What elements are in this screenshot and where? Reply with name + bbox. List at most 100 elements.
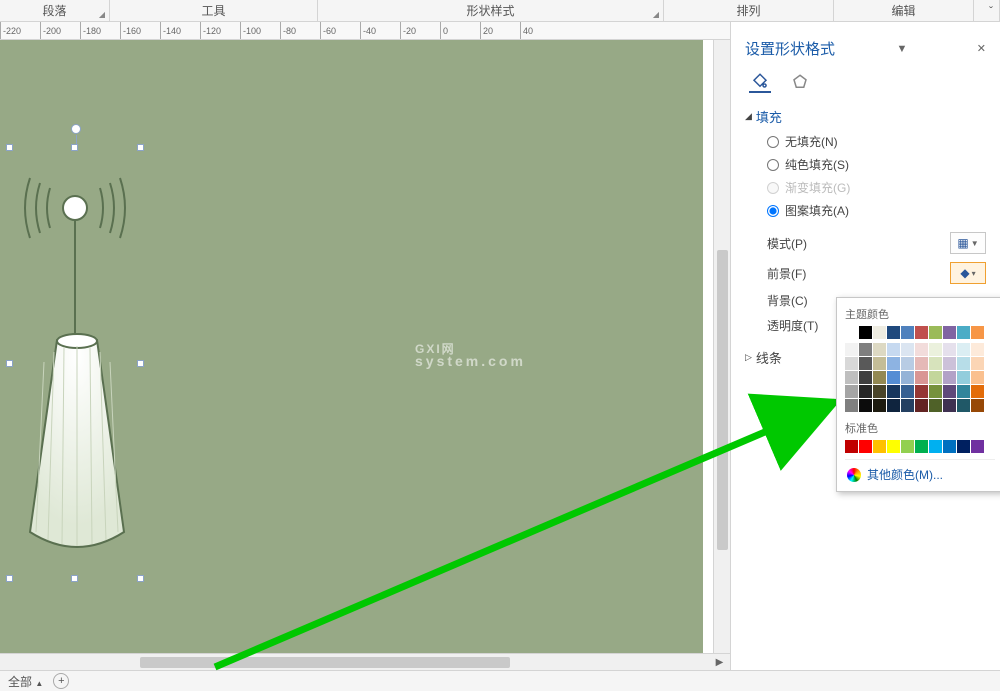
- color-swatch[interactable]: [943, 371, 956, 384]
- color-swatch[interactable]: [915, 371, 928, 384]
- page-selector[interactable]: 全部 ▲: [8, 673, 43, 690]
- color-swatch[interactable]: [859, 326, 872, 339]
- scrollbar-thumb[interactable]: [140, 657, 510, 668]
- pattern-mode-button[interactable]: ▦▼: [950, 232, 986, 254]
- rotate-handle[interactable]: [71, 124, 81, 134]
- color-swatch[interactable]: [915, 440, 928, 453]
- ribbon-group-arrange[interactable]: 排列: [664, 0, 834, 21]
- color-swatch[interactable]: [873, 343, 886, 356]
- ribbon-group-shape-styles[interactable]: 形状样式◢: [318, 0, 664, 21]
- dialog-launcher-icon[interactable]: ◢: [99, 10, 105, 19]
- color-swatch[interactable]: [873, 357, 886, 370]
- color-swatch[interactable]: [929, 326, 942, 339]
- color-swatch[interactable]: [957, 385, 970, 398]
- color-swatch[interactable]: [845, 385, 858, 398]
- color-swatch[interactable]: [859, 440, 872, 453]
- color-swatch[interactable]: [943, 357, 956, 370]
- color-swatch[interactable]: [845, 440, 858, 453]
- resize-handle[interactable]: [6, 575, 13, 582]
- selected-shape[interactable]: [10, 148, 140, 578]
- color-swatch[interactable]: [929, 357, 942, 370]
- color-swatch[interactable]: [887, 399, 900, 412]
- foreground-color-button[interactable]: ◆▾: [950, 262, 986, 284]
- resize-handle[interactable]: [6, 360, 13, 367]
- color-swatch[interactable]: [845, 371, 858, 384]
- color-swatch[interactable]: [957, 440, 970, 453]
- color-swatch[interactable]: [971, 326, 984, 339]
- panel-menu-icon[interactable]: ▼: [896, 43, 907, 55]
- color-swatch[interactable]: [845, 399, 858, 412]
- color-swatch[interactable]: [915, 357, 928, 370]
- scroll-right-icon[interactable]: ▶: [713, 656, 726, 669]
- add-page-button[interactable]: +: [53, 673, 69, 689]
- resize-handle[interactable]: [137, 575, 144, 582]
- dialog-launcher-icon[interactable]: ◢: [653, 10, 659, 19]
- color-swatch[interactable]: [957, 326, 970, 339]
- fill-pattern-option[interactable]: 图案填充(A): [767, 199, 986, 222]
- color-swatch[interactable]: [971, 385, 984, 398]
- color-swatch[interactable]: [915, 399, 928, 412]
- ribbon-group-tools[interactable]: 工具: [110, 0, 318, 21]
- color-swatch[interactable]: [901, 371, 914, 384]
- color-swatch[interactable]: [845, 357, 858, 370]
- color-swatch[interactable]: [901, 440, 914, 453]
- color-swatch[interactable]: [943, 399, 956, 412]
- color-swatch[interactable]: [859, 357, 872, 370]
- color-swatch[interactable]: [971, 440, 984, 453]
- color-swatch[interactable]: [957, 343, 970, 356]
- color-swatch[interactable]: [929, 343, 942, 356]
- color-swatch[interactable]: [929, 385, 942, 398]
- fill-section-header[interactable]: ◢ 填充: [745, 103, 986, 130]
- color-swatch[interactable]: [957, 371, 970, 384]
- color-swatch[interactable]: [901, 399, 914, 412]
- cone-shape[interactable]: [24, 332, 130, 557]
- color-swatch[interactable]: [901, 357, 914, 370]
- color-swatch[interactable]: [929, 399, 942, 412]
- resize-handle[interactable]: [137, 360, 144, 367]
- fill-solid-option[interactable]: 纯色填充(S): [767, 153, 986, 176]
- color-swatch[interactable]: [957, 399, 970, 412]
- fill-none-option[interactable]: 无填充(N): [767, 130, 986, 153]
- color-swatch[interactable]: [929, 440, 942, 453]
- color-swatch[interactable]: [943, 440, 956, 453]
- color-swatch[interactable]: [971, 371, 984, 384]
- color-swatch[interactable]: [873, 440, 886, 453]
- color-swatch[interactable]: [859, 343, 872, 356]
- scrollbar-thumb[interactable]: [717, 250, 728, 550]
- color-swatch[interactable]: [971, 357, 984, 370]
- ribbon-group-edit[interactable]: 编辑: [834, 0, 974, 21]
- vertical-scrollbar[interactable]: [713, 40, 730, 653]
- ribbon-collapse[interactable]: ˇ: [974, 0, 1000, 21]
- color-swatch[interactable]: [971, 343, 984, 356]
- more-colors-button[interactable]: 其他颜色(M)...: [845, 459, 995, 485]
- resize-handle[interactable]: [71, 575, 78, 582]
- color-swatch[interactable]: [887, 440, 900, 453]
- color-swatch[interactable]: [873, 399, 886, 412]
- color-swatch[interactable]: [859, 371, 872, 384]
- fill-tab-icon[interactable]: [749, 71, 771, 93]
- color-swatch[interactable]: [901, 343, 914, 356]
- color-swatch[interactable]: [901, 385, 914, 398]
- color-swatch[interactable]: [901, 326, 914, 339]
- color-swatch[interactable]: [873, 326, 886, 339]
- color-swatch[interactable]: [845, 326, 858, 339]
- color-swatch[interactable]: [915, 326, 928, 339]
- effects-tab-icon[interactable]: [789, 71, 811, 93]
- horizontal-scrollbar[interactable]: ▶: [0, 653, 730, 670]
- ribbon-group-paragraph[interactable]: 段落◢: [0, 0, 110, 21]
- color-swatch[interactable]: [859, 399, 872, 412]
- color-swatch[interactable]: [887, 385, 900, 398]
- canvas-area[interactable]: -220-200-180-160-140-120-100-80-60-40-20…: [0, 22, 731, 670]
- color-swatch[interactable]: [887, 343, 900, 356]
- color-swatch[interactable]: [859, 385, 872, 398]
- color-swatch[interactable]: [887, 326, 900, 339]
- color-swatch[interactable]: [845, 343, 858, 356]
- color-swatch[interactable]: [943, 343, 956, 356]
- color-swatch[interactable]: [943, 385, 956, 398]
- color-swatch[interactable]: [957, 357, 970, 370]
- close-icon[interactable]: ✕: [977, 42, 986, 55]
- page-background[interactable]: GXI网 system.com: [0, 40, 703, 667]
- color-swatch[interactable]: [887, 357, 900, 370]
- color-swatch[interactable]: [943, 326, 956, 339]
- color-swatch[interactable]: [873, 385, 886, 398]
